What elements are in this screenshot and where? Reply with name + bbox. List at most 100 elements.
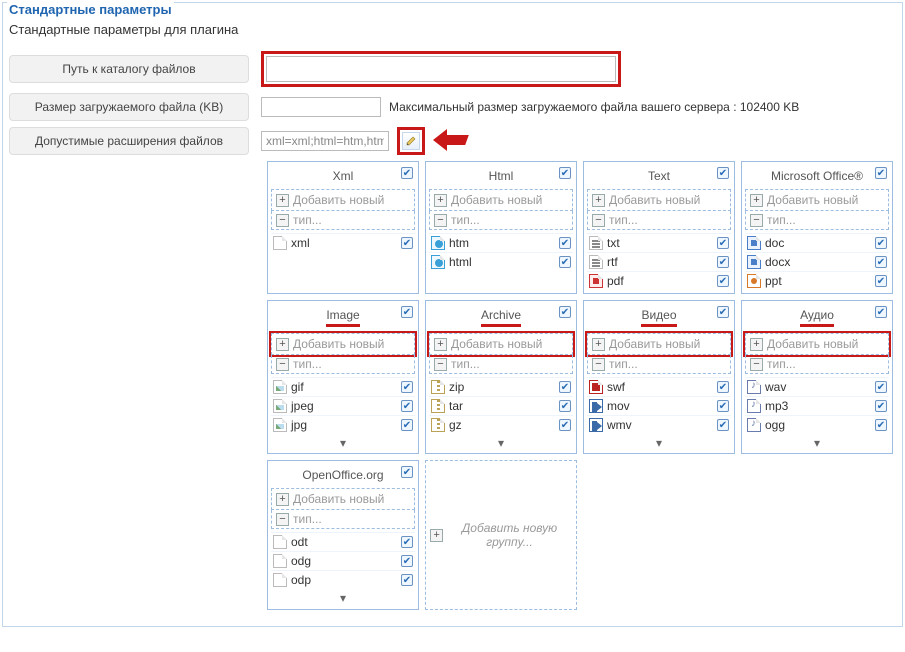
- item-toggle[interactable]: ✔: [875, 275, 887, 287]
- item-toggle[interactable]: ✔: [875, 256, 887, 268]
- item-toggle[interactable]: ✔: [717, 275, 729, 287]
- add-type-row[interactable]: + Добавить новый: [745, 333, 889, 355]
- item-toggle[interactable]: ✔: [559, 400, 571, 412]
- expand-more[interactable]: ▾: [429, 434, 573, 450]
- item-toggle[interactable]: ✔: [559, 381, 571, 393]
- minus-icon[interactable]: −: [592, 214, 605, 227]
- label-ext: Допустимые расширения файлов: [9, 127, 249, 155]
- add-group-tile[interactable]: + Добавить новую группу...: [425, 460, 577, 610]
- filetype-item: html✔: [429, 252, 573, 271]
- item-toggle[interactable]: ✔: [401, 381, 413, 393]
- video-file-icon: [589, 399, 603, 413]
- doc-file-icon: [747, 236, 761, 250]
- item-toggle[interactable]: ✔: [875, 381, 887, 393]
- item-toggle[interactable]: ✔: [559, 256, 571, 268]
- row-ext: Допустимые расширения файлов: [9, 127, 896, 155]
- text-file-icon: [589, 255, 603, 269]
- group-toggle[interactable]: ✔: [717, 306, 729, 318]
- item-toggle[interactable]: ✔: [401, 574, 413, 586]
- expand-more[interactable]: ▾: [271, 434, 415, 450]
- minus-icon[interactable]: −: [750, 214, 763, 227]
- item-toggle[interactable]: ✔: [717, 419, 729, 431]
- group-title: Microsoft Office®: [771, 169, 863, 183]
- item-toggle[interactable]: ✔: [559, 419, 571, 431]
- minus-icon[interactable]: −: [276, 513, 289, 526]
- type-row: − тип...: [745, 355, 889, 374]
- ext-input[interactable]: [261, 131, 389, 151]
- item-toggle[interactable]: ✔: [559, 237, 571, 249]
- item-toggle[interactable]: ✔: [401, 419, 413, 431]
- add-type-row[interactable]: + Добавить новый: [429, 189, 573, 211]
- add-type-row[interactable]: + Добавить новый: [587, 333, 731, 355]
- item-toggle[interactable]: ✔: [401, 400, 413, 412]
- group-title: Видео: [641, 308, 676, 327]
- group-text: Text ✔ + Добавить новый − тип... txt✔ rt…: [583, 161, 735, 294]
- plus-icon: +: [750, 338, 763, 351]
- type-row: − тип...: [271, 355, 415, 374]
- image-file-icon: [273, 399, 287, 413]
- add-type-row[interactable]: + Добавить новый: [271, 488, 415, 510]
- group-title: Xml: [333, 169, 354, 183]
- item-toggle[interactable]: ✔: [717, 400, 729, 412]
- file-icon: [273, 535, 287, 549]
- add-type-row[interactable]: + Добавить новый: [271, 189, 415, 211]
- item-toggle[interactable]: ✔: [717, 256, 729, 268]
- item-toggle[interactable]: ✔: [401, 237, 413, 249]
- minus-icon[interactable]: −: [434, 214, 447, 227]
- label-path: Путь к каталогу файлов: [9, 55, 249, 83]
- group-toggle[interactable]: ✔: [401, 167, 413, 179]
- group-toggle[interactable]: ✔: [875, 167, 887, 179]
- edit-extensions-button[interactable]: [402, 132, 420, 150]
- minus-icon[interactable]: −: [276, 214, 289, 227]
- group-toggle[interactable]: ✔: [717, 167, 729, 179]
- add-type-row[interactable]: + Добавить новый: [429, 333, 573, 355]
- minus-icon[interactable]: −: [750, 358, 763, 371]
- plus-icon: +: [276, 338, 289, 351]
- group-video: Видео ✔ + Добавить новый − тип... swf✔ m…: [583, 300, 735, 454]
- minus-icon[interactable]: −: [434, 358, 447, 371]
- plus-icon: +: [592, 338, 605, 351]
- group-title: Archive: [481, 308, 521, 327]
- expand-more[interactable]: ▾: [745, 434, 889, 450]
- filetype-item: wmv✔: [587, 415, 731, 434]
- item-toggle[interactable]: ✔: [717, 381, 729, 393]
- add-type-row[interactable]: + Добавить новый: [587, 189, 731, 211]
- filetype-item: swf✔: [587, 377, 731, 396]
- add-type-row[interactable]: + Добавить новый: [745, 189, 889, 211]
- item-toggle[interactable]: ✔: [875, 400, 887, 412]
- minus-icon[interactable]: −: [592, 358, 605, 371]
- group-toggle[interactable]: ✔: [559, 167, 571, 179]
- pdf-file-icon: [589, 274, 603, 288]
- size-input[interactable]: [261, 97, 381, 117]
- item-toggle[interactable]: ✔: [875, 237, 887, 249]
- row-size: Размер загружаемого файла (KB) Максималь…: [9, 93, 896, 121]
- item-toggle[interactable]: ✔: [717, 237, 729, 249]
- plus-icon: +: [434, 338, 447, 351]
- minus-icon[interactable]: −: [276, 358, 289, 371]
- group-toggle[interactable]: ✔: [559, 306, 571, 318]
- group-title: Аудио: [800, 308, 834, 327]
- type-row: − тип...: [429, 211, 573, 230]
- path-input[interactable]: [266, 56, 616, 82]
- group-toggle[interactable]: ✔: [875, 306, 887, 318]
- group-toggle[interactable]: ✔: [401, 466, 413, 478]
- group-msoffice: Microsoft Office® ✔ + Добавить новый − т…: [741, 161, 893, 294]
- arrow-annotation-icon: [433, 131, 473, 151]
- filetype-item: odt✔: [271, 532, 415, 551]
- image-file-icon: [273, 380, 287, 394]
- add-type-row[interactable]: + Добавить новый: [271, 333, 415, 355]
- item-toggle[interactable]: ✔: [401, 536, 413, 548]
- group-toggle[interactable]: ✔: [401, 306, 413, 318]
- expand-more[interactable]: ▾: [271, 589, 415, 605]
- group-title: OpenOffice.org: [302, 468, 383, 482]
- video-file-icon: [589, 418, 603, 432]
- archive-file-icon: [431, 380, 445, 394]
- filetype-item: tar✔: [429, 396, 573, 415]
- panel-subtitle: Стандартные параметры для плагина: [9, 22, 896, 37]
- expand-more[interactable]: ▾: [587, 434, 731, 450]
- item-toggle[interactable]: ✔: [875, 419, 887, 431]
- type-row: − тип...: [271, 211, 415, 230]
- panel-legend: Стандартные параметры: [7, 2, 174, 17]
- filetype-item: odg✔: [271, 551, 415, 570]
- item-toggle[interactable]: ✔: [401, 555, 413, 567]
